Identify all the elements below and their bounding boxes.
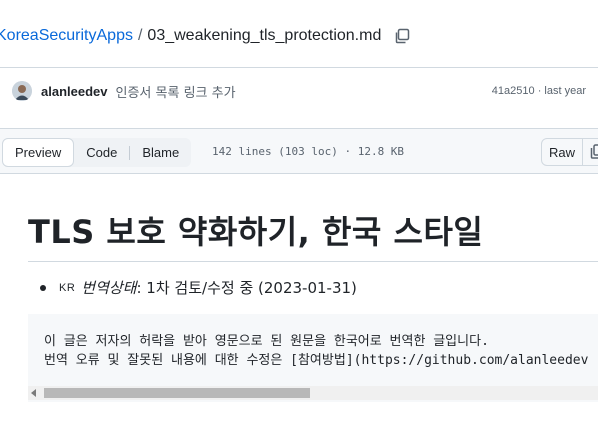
breadcrumb-file-name: 03_weakening_tls_protection.md <box>147 27 382 44</box>
blame-tab[interactable]: Blame <box>130 138 191 167</box>
translation-status-value: : 1차 검토/수정 중 (2023-01-31) <box>136 279 357 297</box>
commit-message[interactable]: 인증서 목록 링크 추가 <box>116 82 236 101</box>
code-line: 이 글은 저자의 허락을 받아 영문으로 된 원문을 한국어로 번역한 글입니다… <box>44 334 489 349</box>
view-mode-segmented-control: Preview Code Blame <box>2 138 192 167</box>
divider <box>0 67 598 68</box>
copy-icon <box>395 28 410 44</box>
copy-icon <box>590 144 598 159</box>
copy-path-button[interactable] <box>393 27 411 45</box>
file-toolbar: Preview Code Blame 142 lines (103 loc) ·… <box>0 129 598 174</box>
translation-status-label: 번역상태 <box>81 279 137 297</box>
commit-sha[interactable]: 41a2510 <box>492 85 535 97</box>
commit-meta: 41a2510 · last year <box>492 85 586 97</box>
file-info: 142 lines (103 loc) · 12.8 KB <box>212 145 405 158</box>
bullet-dot <box>40 284 46 291</box>
commit-meta-separator: · <box>537 85 542 97</box>
copy-raw-button[interactable] <box>582 138 598 166</box>
document-title: TLS 보호 약화하기, 한국 스타일 <box>28 213 484 251</box>
flag-kr-icon: KR <box>59 281 76 294</box>
code-tab[interactable]: Code <box>74 138 129 167</box>
breadcrumb-separator: / <box>137 27 143 44</box>
raw-button[interactable]: Raw <box>541 138 583 166</box>
preview-tab[interactable]: Preview <box>2 138 75 167</box>
latest-commit-bar: alanleedev 인증서 목록 링크 추가 41a2510 · last y… <box>12 80 598 102</box>
scroll-left-icon[interactable] <box>31 389 36 397</box>
title-underline <box>28 261 598 262</box>
breadcrumb-repo-link[interactable]: KoreaSecurityApps <box>0 27 133 45</box>
avatar[interactable] <box>12 81 32 101</box>
scrollbar-thumb[interactable] <box>44 388 310 398</box>
avatar-image <box>12 81 32 101</box>
commit-time: last year <box>544 85 586 97</box>
commit-author[interactable]: alanleedev <box>41 84 108 99</box>
list-item: KR 번역상태 : 1차 검토/수정 중 (2023-01-31) <box>40 277 357 298</box>
code-line: 번역 오류 및 잘못된 내용에 대한 수정은 [참여방법](https://gi… <box>44 353 589 368</box>
breadcrumb: KoreaSecurityApps / 03_weakening_tls_pro… <box>0 24 381 48</box>
